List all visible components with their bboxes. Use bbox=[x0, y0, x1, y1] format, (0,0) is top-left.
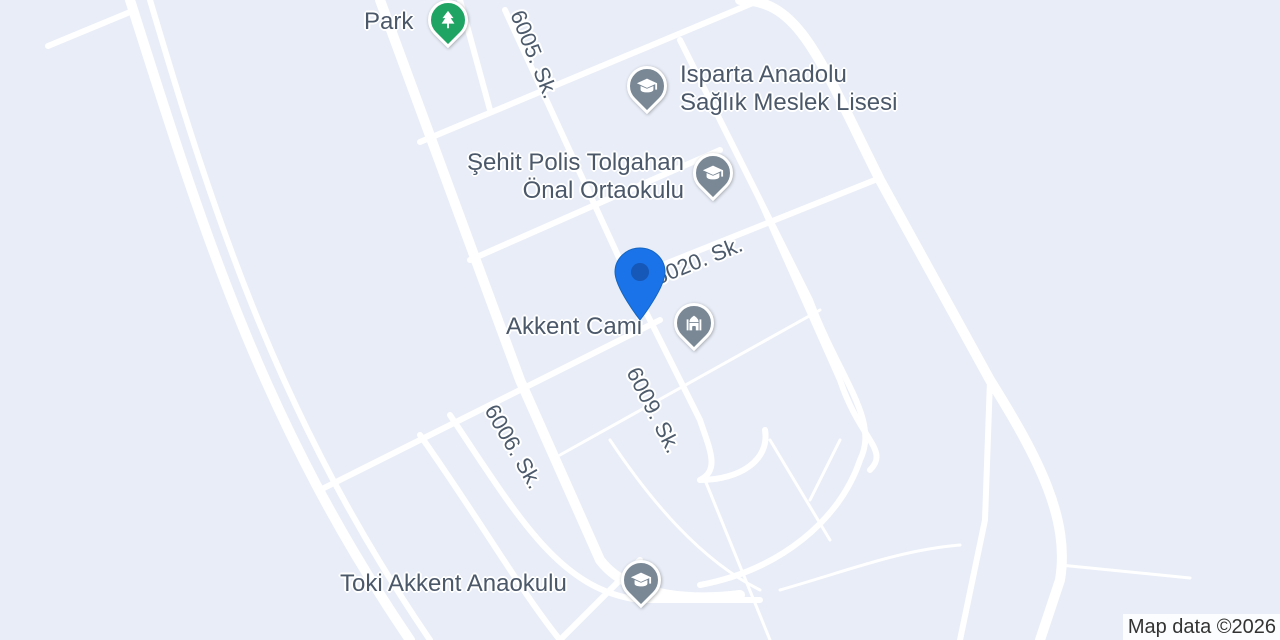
street-label-6005: 6005. Sk. bbox=[505, 7, 563, 103]
mosque-icon bbox=[686, 315, 702, 331]
poi-label-isparta[interactable]: Isparta Anadolu Sağlık Meslek Lisesi bbox=[680, 61, 897, 117]
road bbox=[1058, 563, 1192, 580]
poi-label-line: Şehit Polis Tolgahan bbox=[466, 149, 684, 176]
road bbox=[147, 0, 433, 640]
poi-label-line: Sağlık Meslek Lisesi bbox=[680, 89, 898, 116]
road bbox=[317, 317, 663, 493]
road bbox=[768, 438, 832, 542]
graduation-cap-icon bbox=[636, 78, 658, 93]
road bbox=[808, 438, 842, 502]
graduation-cap-icon bbox=[630, 572, 652, 587]
tree-icon bbox=[441, 10, 455, 29]
road bbox=[697, 117, 869, 588]
road bbox=[778, 543, 962, 592]
road bbox=[45, 9, 133, 49]
poi-label-park[interactable]: Park bbox=[364, 8, 413, 36]
map-canvas[interactable]: 6005. Sk. 6020. Sk. 6009. Sk. 6006. Sk. … bbox=[0, 0, 1280, 640]
graduation-cap-icon bbox=[702, 165, 724, 180]
map-pin-icon[interactable] bbox=[613, 246, 667, 324]
road bbox=[957, 377, 993, 640]
poi-label-sehit[interactable]: Şehit Polis Tolgahan Önal Ortaokulu bbox=[420, 149, 684, 205]
poi-label-line: Isparta Anadolu bbox=[680, 61, 847, 88]
poi-label-line: Önal Ortaokulu bbox=[522, 177, 684, 204]
poi-label-toki[interactable]: Toki Akkent Anaokulu bbox=[340, 570, 567, 598]
map-attribution[interactable]: Map data ©2026 bbox=[1122, 614, 1280, 640]
